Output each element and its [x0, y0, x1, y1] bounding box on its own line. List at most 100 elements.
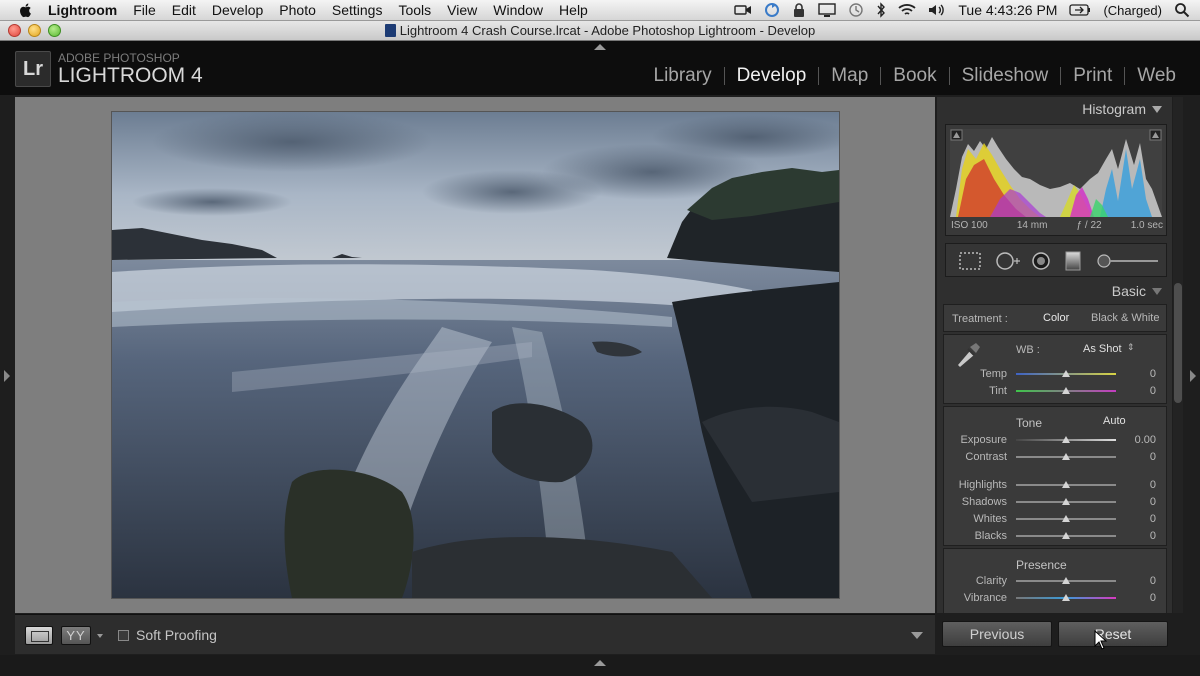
contrast-value[interactable]: 0: [1116, 451, 1156, 463]
module-print[interactable]: Print: [1061, 65, 1124, 87]
temp-slider-handle[interactable]: [1062, 370, 1070, 377]
volume-icon[interactable]: [928, 3, 946, 17]
battery-icon[interactable]: [1069, 4, 1091, 16]
soft-proofing-checkbox[interactable]: [118, 630, 129, 641]
exposure-value[interactable]: 0.00: [1116, 434, 1156, 446]
shadows-value[interactable]: 0: [1116, 496, 1156, 508]
toolbar-content-menu-icon[interactable]: [911, 632, 923, 639]
menu-clock[interactable]: Tue 4:43:26 PM: [958, 2, 1057, 18]
basic-panel-header[interactable]: Basic: [1112, 283, 1162, 299]
adjustment-brush-tool-icon[interactable]: [1096, 251, 1160, 271]
apple-logo-icon[interactable]: [18, 2, 34, 18]
bluetooth-icon[interactable]: [876, 2, 886, 18]
module-picker: Library Develop Map Book Slideshow Print…: [642, 65, 1189, 87]
module-book[interactable]: Book: [881, 65, 948, 87]
exposure-label: Exposure: [960, 434, 1007, 446]
right-panel-scrollbar[interactable]: [1173, 97, 1183, 613]
basic-panel-title: Basic: [1111, 283, 1146, 299]
lightroom-logo: Lr: [15, 51, 51, 87]
module-library[interactable]: Library: [642, 65, 724, 87]
menu-photo[interactable]: Photo: [271, 0, 324, 21]
module-slideshow[interactable]: Slideshow: [950, 65, 1061, 87]
top-panel-toggle-icon[interactable]: [594, 44, 606, 50]
highlights-slider-handle[interactable]: [1062, 481, 1070, 488]
vibrance-value[interactable]: 0: [1116, 592, 1156, 604]
vibrance-slider-handle[interactable]: [1062, 594, 1070, 601]
sync-icon[interactable]: [764, 2, 780, 18]
clarity-slider-handle[interactable]: [1062, 577, 1070, 584]
white-balance-section: WB : As Shot ⇕ Temp 0 Tint 0: [943, 334, 1167, 404]
menu-help[interactable]: Help: [551, 0, 596, 21]
loupe-view-button[interactable]: [25, 626, 53, 645]
module-map[interactable]: Map: [819, 65, 880, 87]
whites-value[interactable]: 0: [1116, 513, 1156, 525]
clarity-value[interactable]: 0: [1116, 575, 1156, 587]
whites-slider-handle[interactable]: [1062, 515, 1070, 522]
video-icon[interactable]: [734, 3, 752, 17]
iso-value: ISO 100: [951, 220, 988, 231]
before-after-view-button[interactable]: YY: [61, 626, 91, 645]
wb-select-arrows-icon[interactable]: ⇕: [1127, 342, 1135, 353]
collapse-triangle-icon[interactable]: [1152, 288, 1162, 295]
menu-edit[interactable]: Edit: [164, 0, 204, 21]
right-panel-toggle-icon[interactable]: [1190, 370, 1196, 382]
menu-tools[interactable]: Tools: [390, 0, 439, 21]
tint-label: Tint: [989, 385, 1007, 397]
display-icon[interactable]: [818, 2, 837, 18]
menu-file[interactable]: File: [125, 0, 164, 21]
aperture-value: ƒ / 22: [1076, 220, 1102, 231]
treatment-color-option[interactable]: Color: [1043, 312, 1069, 324]
menu-window[interactable]: Window: [485, 0, 551, 21]
wb-eyedropper-icon[interactable]: [952, 339, 982, 369]
exposure-slider-handle[interactable]: [1062, 436, 1070, 443]
contrast-slider-handle[interactable]: [1062, 453, 1070, 460]
focal-length-value: 14 mm: [1016, 220, 1048, 231]
wifi-icon[interactable]: [898, 3, 916, 17]
blacks-label: Blacks: [974, 530, 1007, 542]
previous-settings-button[interactable]: Previous: [942, 621, 1052, 647]
tint-value[interactable]: 0: [1116, 385, 1156, 397]
histogram[interactable]: ISO 100 14 mm ƒ / 22 1.0 sec: [945, 124, 1167, 236]
treatment-label: Treatment :: [952, 313, 1008, 325]
crop-tool-icon[interactable]: [958, 251, 982, 271]
blacks-slider-handle[interactable]: [1062, 532, 1070, 539]
reset-button[interactable]: Reset: [1058, 621, 1168, 647]
window-title: Lightroom 4 Crash Course.lrcat - Adobe P…: [0, 23, 1200, 38]
develop-tool-strip: [945, 243, 1167, 277]
develop-toolbar: YY Soft Proofing: [15, 614, 935, 654]
presence-section: Presence Clarity 0 Vibrance 0: [943, 548, 1167, 613]
blacks-value[interactable]: 0: [1116, 530, 1156, 542]
time-machine-icon[interactable]: [848, 2, 864, 18]
menu-app-lightroom[interactable]: Lightroom: [48, 0, 125, 21]
catalog-file-icon: [384, 24, 396, 37]
spotlight-icon[interactable]: [1174, 2, 1190, 18]
shadows-slider-handle[interactable]: [1062, 498, 1070, 505]
right-panel-scroll-thumb[interactable]: [1174, 283, 1182, 403]
tint-slider-handle[interactable]: [1062, 387, 1070, 394]
spot-removal-tool-icon[interactable]: [994, 251, 1022, 271]
clarity-label: Clarity: [975, 575, 1007, 587]
filmstrip-toggle-icon[interactable]: [594, 660, 606, 666]
vibrance-label: Vibrance: [963, 592, 1007, 604]
module-web[interactable]: Web: [1125, 65, 1188, 87]
tone-auto-button[interactable]: Auto: [1103, 415, 1126, 427]
menu-settings[interactable]: Settings: [324, 0, 391, 21]
brand-subtitle: ADOBE PHOTOSHOP: [58, 51, 180, 65]
before-after-dropdown-icon[interactable]: [97, 634, 103, 638]
histogram-panel-header[interactable]: Histogram: [1082, 101, 1162, 117]
photo-preview[interactable]: [112, 112, 839, 598]
treatment-bw-option[interactable]: Black & White: [1091, 312, 1159, 324]
module-develop[interactable]: Develop: [725, 65, 819, 87]
lock-icon[interactable]: [792, 2, 806, 18]
graduated-filter-tool-icon[interactable]: [1064, 251, 1082, 271]
menu-develop[interactable]: Develop: [204, 0, 271, 21]
left-panel-toggle-icon[interactable]: [4, 370, 10, 382]
red-eye-tool-icon[interactable]: [1030, 251, 1052, 271]
collapse-triangle-icon[interactable]: [1152, 106, 1162, 113]
temp-value[interactable]: 0: [1116, 368, 1156, 380]
menu-view[interactable]: View: [439, 0, 485, 21]
histogram-exif: ISO 100 14 mm ƒ / 22 1.0 sec: [951, 220, 1163, 231]
wb-preset-select[interactable]: As Shot: [1083, 343, 1122, 355]
contrast-label: Contrast: [965, 451, 1007, 463]
highlights-value[interactable]: 0: [1116, 479, 1156, 491]
